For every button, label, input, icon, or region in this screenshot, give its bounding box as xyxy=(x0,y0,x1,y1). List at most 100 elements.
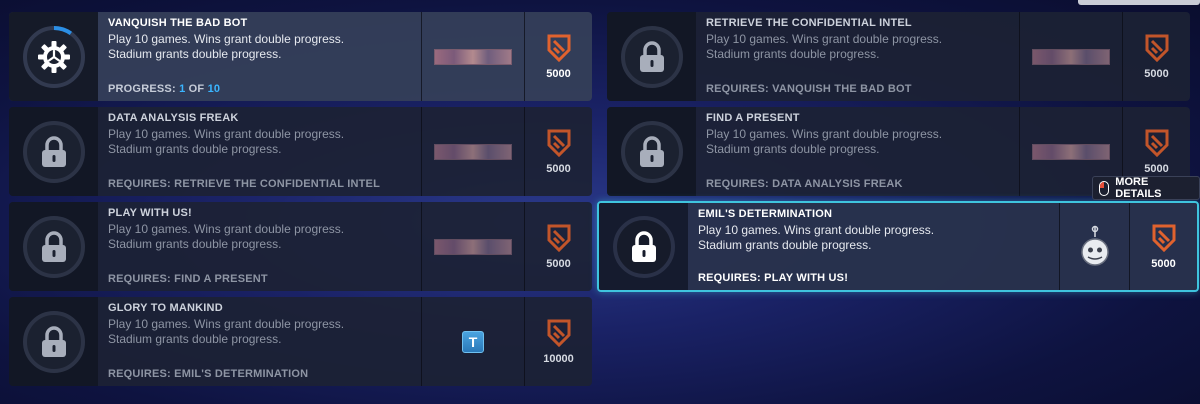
challenge-desc-line2: Stadium grants double progress. xyxy=(108,47,282,61)
lock-icon xyxy=(41,230,66,262)
challenge-desc-line1: Play 10 games. Wins grant double progres… xyxy=(698,223,935,237)
locked-badge xyxy=(620,120,683,183)
challenge-desc-line1: Play 10 games. Wins grant double progres… xyxy=(706,32,943,46)
challenge-progress: PROGRESS: 1 OF 10 xyxy=(108,83,411,95)
challenge-text: DATA ANALYSIS FREAK Play 10 games. Wins … xyxy=(98,107,421,196)
challenge-desc-line2: Stadium grants double progress. xyxy=(706,142,880,156)
challenge-requirement: REQUIRES: EMIL'S DETERMINATION xyxy=(108,368,309,380)
challenge-desc-line1: Play 10 games. Wins grant double progres… xyxy=(706,127,943,141)
challenge-card-glory-to-mankind[interactable]: GLORY TO MANKIND Play 10 games. Wins gra… xyxy=(9,297,592,386)
challenge-desc-line2: Stadium grants double progress. xyxy=(108,237,282,251)
challenge-icon-cell xyxy=(9,107,98,196)
challenge-desc-line1: Play 10 games. Wins grant double progres… xyxy=(108,222,345,236)
challenge-title: RETRIEVE THE CONFIDENTIAL INTEL xyxy=(706,17,912,29)
reward-cell xyxy=(1059,203,1129,290)
challenge-icon-cell xyxy=(607,12,696,101)
more-details-label: MORE DETAILS xyxy=(1115,176,1162,200)
reward-cell xyxy=(421,107,524,196)
spray-reward-thumbnail xyxy=(434,143,512,160)
reward-cell xyxy=(421,202,524,291)
reward-cell xyxy=(421,12,524,101)
challenge-card-data-analysis-freak[interactable]: DATA ANALYSIS FREAK Play 10 games. Wins … xyxy=(9,107,592,196)
spray-reward-thumbnail xyxy=(1032,143,1110,160)
challenge-desc-line1: Play 10 games. Wins grant double progres… xyxy=(108,317,345,331)
spray-reward-thumbnail xyxy=(434,48,512,65)
challenge-icon-cell xyxy=(607,107,696,196)
progress-total: 10 xyxy=(207,83,221,95)
points-value: 5000 xyxy=(1151,257,1176,270)
progress-ring xyxy=(22,25,85,88)
mouse-click-icon xyxy=(1099,180,1110,196)
challenge-desc-line2: Stadium grants double progress. xyxy=(108,142,282,156)
battlepass-points-icon xyxy=(1145,34,1168,62)
challenge-card-retrieve-the-confidential-intel[interactable]: RETRIEVE THE CONFIDENTIAL INTEL Play 10 … xyxy=(607,12,1190,101)
battlepass-points-icon xyxy=(547,129,570,157)
lock-icon xyxy=(639,135,664,167)
challenge-requirement: REQUIRES: FIND A PRESENT xyxy=(108,273,268,285)
challenge-icon-cell xyxy=(9,12,98,101)
points-cell: 5000 xyxy=(524,202,592,291)
challenge-card-vanquish-the-bad-bot[interactable]: VANQUISH THE BAD BOT Play 10 games. Wins… xyxy=(9,12,592,101)
challenge-card-emils-determination[interactable]: EMIL'S DETERMINATION Play 10 games. Wins… xyxy=(597,201,1199,292)
progress-badge xyxy=(22,25,85,88)
points-value: 10000 xyxy=(543,352,574,365)
challenge-card-play-with-us[interactable]: PLAY WITH US! Play 10 games. Wins grant … xyxy=(9,202,592,291)
lock-icon xyxy=(41,135,66,167)
locked-badge xyxy=(22,310,85,373)
challenge-requirement: REQUIRES: VANQUISH THE BAD BOT xyxy=(706,83,912,95)
progress-label: PROGRESS: xyxy=(108,83,180,95)
challenge-desc-line1: Play 10 games. Wins grant double progres… xyxy=(108,127,345,141)
battlepass-points-icon xyxy=(547,34,570,62)
challenge-title: PLAY WITH US! xyxy=(108,207,192,219)
points-cell: 10000 xyxy=(524,297,592,386)
challenge-icon-cell xyxy=(599,203,688,290)
challenge-desc-line1: Play 10 games. Wins grant double progres… xyxy=(108,32,345,46)
points-value: 5000 xyxy=(1144,67,1169,80)
spray-reward-thumbnail xyxy=(434,238,512,255)
challenge-requirement: REQUIRES: DATA ANALYSIS FREAK xyxy=(706,178,903,190)
locked-badge xyxy=(22,120,85,183)
challenge-desc-line2: Stadium grants double progress. xyxy=(108,332,282,346)
points-cell: 5000 xyxy=(1129,203,1197,290)
challenge-text: GLORY TO MANKIND Play 10 games. Wins gra… xyxy=(98,297,421,386)
points-value: 5000 xyxy=(1144,162,1169,175)
player-title-reward-icon: T xyxy=(462,330,484,353)
top-right-tab xyxy=(1078,0,1200,5)
challenge-title: VANQUISH THE BAD BOT xyxy=(108,17,248,29)
emil-player-icon xyxy=(1080,225,1109,266)
challenge-title: GLORY TO MANKIND xyxy=(108,302,223,314)
locked-badge xyxy=(620,25,683,88)
challenge-title: DATA ANALYSIS FREAK xyxy=(108,112,239,124)
challenge-requirement: REQUIRES: PLAY WITH US! xyxy=(698,272,849,284)
challenge-text: VANQUISH THE BAD BOT Play 10 games. Wins… xyxy=(98,12,421,101)
points-value: 5000 xyxy=(546,162,571,175)
lock-icon xyxy=(631,230,656,262)
challenge-title: EMIL'S DETERMINATION xyxy=(698,208,833,220)
challenge-text: FIND A PRESENT Play 10 games. Wins grant… xyxy=(696,107,1019,196)
battlepass-points-icon xyxy=(547,319,570,347)
battlepass-points-icon xyxy=(1152,224,1175,252)
challenge-icon-cell xyxy=(9,202,98,291)
challenge-requirement: REQUIRES: RETRIEVE THE CONFIDENTIAL INTE… xyxy=(108,178,381,190)
points-cell: 5000 xyxy=(1122,12,1190,101)
points-value: 5000 xyxy=(546,67,571,80)
lock-icon xyxy=(41,325,66,357)
locked-badge xyxy=(22,215,85,278)
lock-icon xyxy=(639,40,664,72)
points-cell: 5000 xyxy=(524,12,592,101)
reward-cell: T xyxy=(421,297,524,386)
challenge-text: EMIL'S DETERMINATION Play 10 games. Wins… xyxy=(688,203,1059,290)
points-value: 5000 xyxy=(546,257,571,270)
challenge-desc-line2: Stadium grants double progress. xyxy=(706,47,880,61)
challenge-text: RETRIEVE THE CONFIDENTIAL INTEL Play 10 … xyxy=(696,12,1019,101)
reward-cell xyxy=(1019,12,1122,101)
battlepass-points-icon xyxy=(547,224,570,252)
battlepass-points-icon xyxy=(1145,129,1168,157)
more-details-button[interactable]: MORE DETAILS xyxy=(1092,176,1200,200)
challenge-icon-cell xyxy=(9,297,98,386)
points-cell: 5000 xyxy=(524,107,592,196)
spray-reward-thumbnail xyxy=(1032,48,1110,65)
challenge-title: FIND A PRESENT xyxy=(706,112,800,124)
locked-badge xyxy=(612,215,675,278)
progress-separator: OF xyxy=(185,83,208,95)
